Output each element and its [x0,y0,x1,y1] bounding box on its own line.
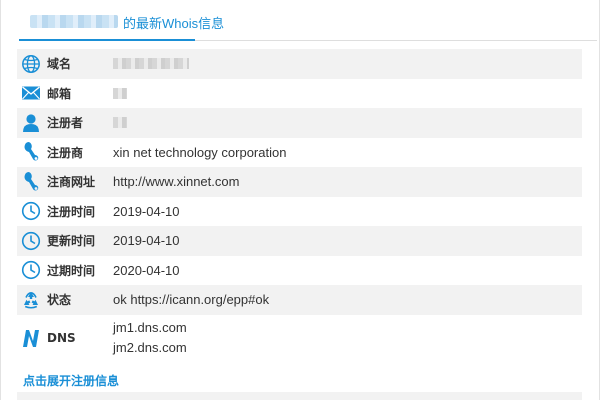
row-updated: 更新时间 2019-04-10 [17,226,582,256]
tab-bar: 的最新Whois信息 [19,0,597,41]
row-registrar-url: 注商网址 http://www.xinnet.com [17,167,582,197]
row-label: 注册者 [47,116,84,131]
row-label: 域名 [47,57,72,72]
row-label: 更新时间 [47,234,96,249]
dns-server-1: jm1.dns.com [113,319,187,335]
row-label: 邮箱 [47,86,72,101]
row-label: 注商网址 [47,175,96,190]
updated-date-value: 2019-04-10 [113,233,180,249]
row-label: 过期时间 [47,263,96,278]
masked-domain-title [30,15,118,28]
registrar-icon [20,171,42,193]
row-expires: 过期时间 2020-04-10 [17,256,582,286]
row-registrant: 注册者 [17,108,582,138]
tab-label: 的最新Whois信息 [123,16,225,31]
registrar-icon [20,141,42,163]
expand-registration-link[interactable]: 点击展开注册信息 [23,372,119,389]
dns-server-2: jm2.dns.com [113,339,187,355]
expiry-date-value: 2020-04-10 [113,262,180,278]
user-icon [20,112,42,134]
masked-domain-value [113,58,189,70]
row-registrar: 注册商 xin net technology corporation [17,138,582,168]
registrar-url-value[interactable]: http://www.xinnet.com [113,174,239,189]
clock-icon [20,230,42,252]
masked-email-value [113,87,127,99]
row-label: DNS [47,330,76,345]
clock-icon [20,200,42,222]
dns-icon [20,327,42,349]
bottom-strip [17,392,582,400]
row-dns: DNS jm1.dns.com jm2.dns.com [17,315,582,361]
row-status: 状态 ok https://icann.org/epp#ok [17,285,582,315]
globe-icon [20,53,42,75]
row-label: 注册商 [47,145,84,160]
row-email: 邮箱 [17,79,582,109]
row-label: 状态 [47,293,72,308]
whois-table: 域名 邮箱 注册者 注册商 xin net technology corpora… [17,49,582,361]
dns-values: jm1.dns.com jm2.dns.com [113,318,187,358]
masked-registrant-value [113,117,127,129]
mail-icon [20,82,42,104]
row-created: 注册时间 2019-04-10 [17,197,582,227]
clock-icon [20,259,42,281]
status-value: ok https://icann.org/epp#ok [113,292,270,308]
registrar-value: xin net technology corporation [113,144,287,160]
row-domain: 域名 [17,49,582,79]
created-date-value: 2019-04-10 [113,203,180,219]
row-label: 注册时间 [47,204,96,219]
recycle-icon [20,289,42,311]
tab-latest-whois[interactable]: 的最新Whois信息 [19,13,224,41]
